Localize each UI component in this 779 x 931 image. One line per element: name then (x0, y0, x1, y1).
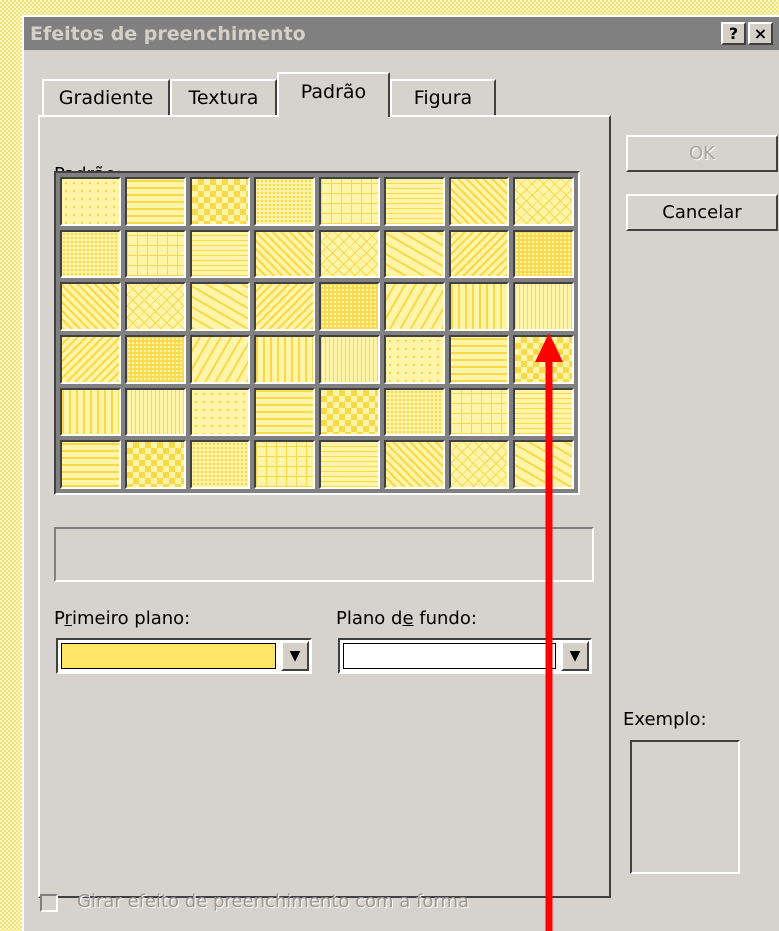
background-label: Plano de fundo: (336, 608, 477, 629)
pattern-swatch[interactable] (254, 282, 315, 331)
pattern-swatch[interactable] (124, 335, 186, 384)
pattern-swatch[interactable] (254, 387, 315, 437)
pattern-swatch[interactable] (319, 440, 380, 489)
pattern-swatch[interactable] (513, 229, 574, 279)
pattern-swatch[interactable] (383, 229, 445, 279)
pattern-swatch[interactable] (319, 335, 380, 384)
pattern-swatch[interactable] (513, 282, 574, 331)
background-color-swatch (343, 643, 556, 669)
help-button[interactable]: ? (721, 22, 746, 45)
pattern-swatch[interactable] (60, 335, 121, 384)
background-dropdown-arrow-icon[interactable]: ▼ (561, 641, 589, 671)
rotate-with-shape-label: Girar efeito de preenchimento com a form… (77, 891, 470, 912)
pattern-swatch[interactable] (124, 177, 186, 226)
pattern-swatch[interactable] (254, 440, 315, 489)
pattern-swatch[interactable] (383, 177, 445, 226)
pattern-swatch[interactable] (60, 177, 121, 226)
pattern-swatch[interactable] (124, 229, 186, 279)
pattern-swatch[interactable] (513, 335, 574, 384)
pattern-swatch[interactable] (254, 229, 315, 279)
pattern-swatch[interactable] (513, 177, 574, 226)
pattern-swatch[interactable] (513, 387, 574, 437)
pattern-swatch[interactable] (448, 177, 510, 226)
foreground-color-dropdown[interactable]: ▼ (56, 638, 312, 674)
pattern-swatch[interactable] (189, 387, 251, 437)
pattern-swatch[interactable] (60, 229, 121, 279)
pattern-swatch[interactable] (448, 229, 510, 279)
rotate-with-shape-checkbox[interactable] (40, 894, 58, 912)
pattern-swatch[interactable] (448, 440, 510, 489)
tab-gradient[interactable]: Gradiente (42, 79, 170, 117)
pattern-swatch[interactable] (189, 229, 251, 279)
pattern-swatch[interactable] (383, 335, 445, 384)
pattern-swatch[interactable] (60, 387, 121, 437)
pattern-swatch[interactable] (319, 229, 380, 279)
tab-pattern[interactable]: Padrão (277, 72, 390, 117)
foreground-label: Primeiro plano: (54, 608, 191, 629)
pattern-swatch[interactable] (254, 335, 315, 384)
cancel-button[interactable]: Cancelar (626, 194, 778, 231)
window-title: Efeitos de preenchimento (30, 23, 306, 45)
title-bar: Efeitos de preenchimento ? × (24, 17, 779, 50)
tab-texture[interactable]: Textura (170, 79, 277, 117)
pattern-swatch[interactable] (60, 440, 121, 489)
background-color-dropdown[interactable]: ▼ (338, 638, 592, 674)
foreground-color-swatch (61, 643, 276, 669)
pattern-swatch[interactable] (189, 440, 251, 489)
close-button[interactable]: × (748, 22, 773, 45)
pattern-grid (54, 171, 580, 495)
example-label: Exemplo: (623, 709, 707, 730)
pattern-swatch[interactable] (189, 335, 251, 384)
fill-effects-dialog: Efeitos de preenchimento ? × Gradiente T… (22, 15, 779, 931)
pattern-swatch[interactable] (319, 282, 380, 331)
foreground-dropdown-arrow-icon[interactable]: ▼ (281, 641, 309, 671)
pattern-swatch[interactable] (124, 282, 186, 331)
pattern-swatch[interactable] (448, 335, 510, 384)
pattern-swatch[interactable] (189, 177, 251, 226)
pattern-swatch[interactable] (189, 282, 251, 331)
ok-button[interactable]: OK (626, 135, 778, 172)
pattern-swatch[interactable] (383, 440, 445, 489)
tab-picture[interactable]: Figura (390, 79, 496, 117)
pattern-swatch[interactable] (448, 387, 510, 437)
pattern-swatch[interactable] (254, 177, 315, 226)
pattern-swatch[interactable] (124, 387, 186, 437)
pattern-swatch[interactable] (448, 282, 510, 331)
pattern-name-box (54, 527, 594, 582)
pattern-swatch[interactable] (319, 387, 380, 437)
pattern-swatch[interactable] (124, 440, 186, 489)
pattern-swatch[interactable] (513, 440, 574, 489)
pattern-swatch[interactable] (60, 282, 121, 331)
pattern-swatch[interactable] (383, 387, 445, 437)
example-preview (630, 740, 740, 874)
pattern-swatch[interactable] (319, 177, 380, 226)
pattern-swatch[interactable] (383, 282, 445, 331)
